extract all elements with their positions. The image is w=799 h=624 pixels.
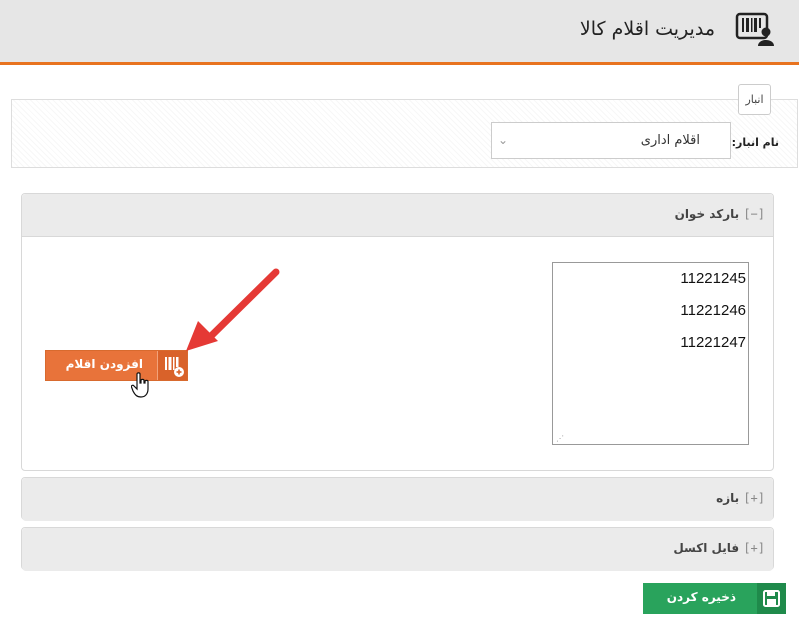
barcode-line: 11221247 <box>680 334 746 351</box>
warehouse-legend: انبار <box>738 84 771 115</box>
pointer-arrow-icon <box>186 268 280 351</box>
save-button[interactable]: ذخیره کردن <box>643 583 786 614</box>
warehouse-name-label: نام انبار: <box>731 136 779 149</box>
warehouse-select[interactable]: اقلام اداری ⌄ <box>491 122 731 159</box>
save-button-label: ذخیره کردن <box>666 590 736 604</box>
range-panel: [+] بازه <box>21 477 774 521</box>
range-panel-title: [+] بازه <box>716 491 765 505</box>
page-title: مدیریت اقلام کالا <box>579 18 715 40</box>
barcode-panel-label: بارکد خوان <box>674 207 740 221</box>
excel-panel-title: [+] فایل اکسل <box>673 541 765 555</box>
collapse-toggle[interactable]: [−] <box>743 207 765 221</box>
range-panel-header[interactable]: [+] بازه <box>22 478 773 521</box>
floppy-disk-icon <box>757 583 786 614</box>
barcode-panel-title: [−] بارکد خوان <box>675 207 765 221</box>
barcode-reader-panel: [−] بارکد خوان 11221245 11221246 1122124… <box>21 193 774 471</box>
barcodes-textarea[interactable]: 11221245 11221246 11221247 ⋰ <box>552 262 749 445</box>
excel-panel-label: فایل اکسل <box>673 541 740 555</box>
barcode-user-icon <box>735 12 774 46</box>
barcode-line: 11221246 <box>680 302 746 319</box>
resize-grip-icon[interactable]: ⋰ <box>556 434 564 443</box>
page-header: مدیریت اقلام کالا <box>0 0 799 65</box>
expand-toggle[interactable]: [+] <box>743 541 765 555</box>
barcode-panel-header[interactable]: [−] بارکد خوان <box>22 194 773 237</box>
barcode-line: 11221245 <box>680 270 746 287</box>
excel-panel-header[interactable]: [+] فایل اکسل <box>22 528 773 571</box>
warehouse-select-value: اقلام اداری <box>640 133 700 148</box>
add-items-label: افزودن اقلام <box>65 357 143 371</box>
chevron-down-icon: ⌄ <box>498 133 509 147</box>
excel-file-panel: [+] فایل اکسل <box>21 527 774 571</box>
expand-toggle[interactable]: [+] <box>743 491 765 505</box>
hand-cursor-icon <box>131 372 149 398</box>
range-panel-label: بازه <box>716 491 740 505</box>
add-items-button[interactable]: افزودن اقلام <box>45 350 188 381</box>
